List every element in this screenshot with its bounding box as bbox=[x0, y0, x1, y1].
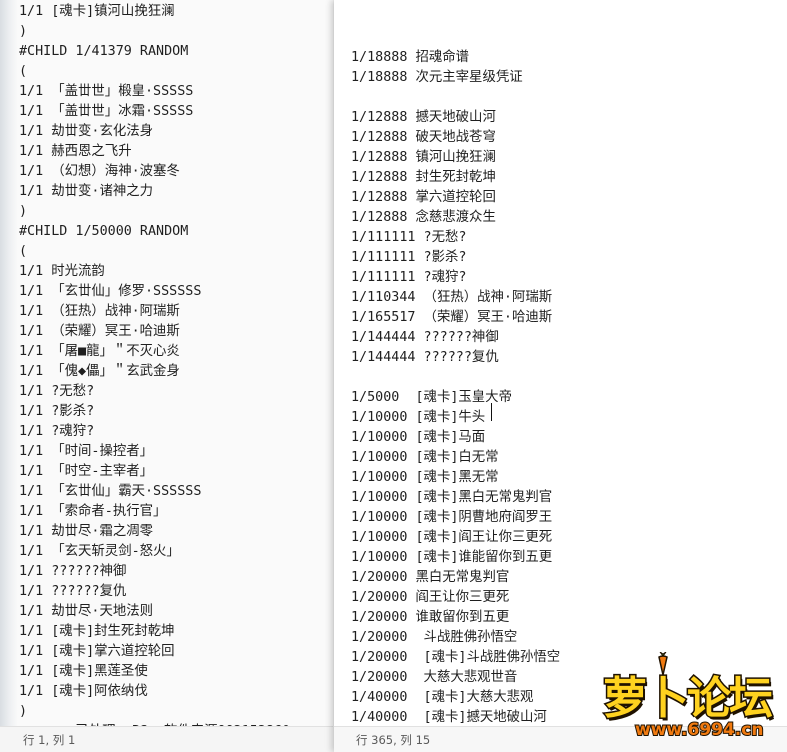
right-editor-pane[interactable]: 1/18888 招魂命谱 1/18888 次元主宰星级凭证 1/12888 撼天地破… bbox=[334, 0, 787, 752]
right-editor-line[interactable] bbox=[351, 88, 787, 108]
left-editor-line[interactable]: 1/1 时光流韵 bbox=[19, 262, 333, 282]
right-editor-line[interactable]: 1/20000 谁敢留你到五更 bbox=[351, 608, 787, 628]
right-editor-line[interactable]: 1/10000 [魂卡]黑白无常鬼判官 bbox=[351, 488, 787, 508]
left-editor-line[interactable]: 1/1 「屠■龍」＂不灭心炎 bbox=[19, 342, 333, 362]
left-editor-line[interactable]: ( bbox=[19, 62, 333, 82]
right-editor-line[interactable]: 1/12888 镇河山挽狂澜 bbox=[351, 148, 787, 168]
left-editor-line[interactable]: 1/1 ??????神御 bbox=[19, 562, 333, 582]
right-editor-line[interactable]: 1/12888 封生死封乾坤 bbox=[351, 168, 787, 188]
right-editor-line[interactable]: 1/20000 斗战胜佛孙悟空 bbox=[351, 628, 787, 648]
left-editor-line[interactable]: 1/1 赫西恩之飞升 bbox=[19, 142, 333, 162]
right-editor-line[interactable]: 1/18888 招魂命谱 bbox=[351, 48, 787, 68]
left-editor-line[interactable]: 1/1 劫丗变·玄化法身 bbox=[19, 122, 333, 142]
right-editor-line[interactable]: 1/111111 ?无愁? bbox=[351, 228, 787, 248]
right-editor-line[interactable]: 1/111111 ?影杀? bbox=[351, 248, 787, 268]
left-editor-line[interactable]: ) bbox=[19, 22, 333, 42]
right-editor-line[interactable]: 1/20000 阎王让你三更死 bbox=[351, 588, 787, 608]
left-editor-line[interactable]: 1/1 ??????复仇 bbox=[19, 582, 333, 602]
right-editor-line[interactable]: 1/10000 [魂卡]阎王让你三更死 bbox=[351, 528, 787, 548]
right-editor-line[interactable] bbox=[351, 368, 787, 388]
left-editor-line[interactable]: 1/1 ?影杀? bbox=[19, 402, 333, 422]
left-editor-line[interactable]: 1/1 （狂热）战神·阿瑞斯 bbox=[19, 302, 333, 322]
right-editor-line[interactable]: 1/12888 掌六道控轮回 bbox=[351, 188, 787, 208]
left-editor-pane[interactable]: 1/1 [魂卡]镇河山挽狂澜) #CHILD 1/41379 RANDOM(1/1… bbox=[0, 0, 333, 752]
left-editor-line[interactable]: #CHILD 1/50000 RANDOM bbox=[19, 222, 333, 242]
left-editor-line[interactable]: 1/1 「盖丗世」冰霜·SSSSS bbox=[19, 102, 333, 122]
text-cursor bbox=[491, 403, 492, 421]
left-editor-line[interactable]: 1/1 [魂卡]镇河山挽狂澜 bbox=[19, 2, 333, 22]
right-editor-line[interactable]: 1/18888 次元主宰星级凭证 bbox=[351, 68, 787, 88]
right-editor-text[interactable]: 1/18888 招魂命谱 1/18888 次元主宰星级凭证 1/12888 撼天地破… bbox=[334, 48, 787, 728]
left-editor-line[interactable]: 1/1 [魂卡]封生死封乾坤 bbox=[19, 622, 333, 642]
left-editor-line[interactable]: 1/1 「索命者-执行官」 bbox=[19, 502, 333, 522]
right-editor-line[interactable]: 1/111111 ?魂狩? bbox=[351, 268, 787, 288]
right-editor-line[interactable]: 1/165517 （荣耀）冥王·哈迪斯 bbox=[351, 308, 787, 328]
left-editor-line[interactable]: ) bbox=[19, 702, 333, 722]
right-editor-line[interactable]: 1/110344 （狂热）战神·阿瑞斯 bbox=[351, 288, 787, 308]
left-editor-line[interactable]: 1/1 劫丗尽·霜之凋零 bbox=[19, 522, 333, 542]
left-editor-line[interactable]: #CHILD 1/41379 RANDOM bbox=[19, 42, 333, 62]
left-editor-line[interactable]: 1/1 劫丗变·诸神之力 bbox=[19, 182, 333, 202]
left-editor-line[interactable]: 1/1 （幻想）海神·波塞冬 bbox=[19, 162, 333, 182]
right-editor-line[interactable]: 1/144444 ??????复仇 bbox=[351, 348, 787, 368]
left-editor-line[interactable]: 1/1 [魂卡]黑莲圣使 bbox=[19, 662, 333, 682]
left-editor-line[interactable]: ) bbox=[19, 202, 333, 222]
left-editor-text[interactable]: 1/1 [魂卡]镇河山挽狂澜) #CHILD 1/41379 RANDOM(1/1… bbox=[0, 2, 333, 742]
left-editor-line[interactable]: 1/1 ?魂狩? bbox=[19, 422, 333, 442]
right-editor-line[interactable]: 1/12888 撼天地破山河 bbox=[351, 108, 787, 128]
right-editor-line[interactable]: 1/12888 破天地战苍穹 bbox=[351, 128, 787, 148]
right-editor-line[interactable]: 1/10000 [魂卡]牛头 bbox=[351, 408, 787, 428]
left-status-bar: 行 1, 列 1 bbox=[0, 726, 333, 752]
left-editor-line[interactable]: 1/1 「傀◆儡」＂玄武金身 bbox=[19, 362, 333, 382]
right-editor-line[interactable]: 1/10000 [魂卡]白无常 bbox=[351, 448, 787, 468]
left-editor-line[interactable]: 1/1 （荣耀）冥王·哈迪斯 bbox=[19, 322, 333, 342]
left-editor-line[interactable]: 1/1 劫丗尽·天地法则 bbox=[19, 602, 333, 622]
left-editor-line[interactable]: 1/1 「盖丗世」椴皇·SSSSS bbox=[19, 82, 333, 102]
watermark-title: 萝卜论坛 bbox=[602, 672, 775, 726]
left-editor-line[interactable]: 1/1 「时空-主宰者」 bbox=[19, 462, 333, 482]
right-editor-line[interactable]: 1/10000 [魂卡]马面 bbox=[351, 428, 787, 448]
right-editor-line[interactable]: 1/12888 念慈悲渡众生 bbox=[351, 208, 787, 228]
right-editor-line[interactable]: 1/10000 [魂卡]谁能留你到五更 bbox=[351, 548, 787, 568]
right-editor-line[interactable]: 1/20000 黑白无常鬼判官 bbox=[351, 568, 787, 588]
left-editor-line[interactable]: 1/1 [魂卡]掌六道控轮回 bbox=[19, 642, 333, 662]
right-editor-line[interactable]: 1/144444 ??????神御 bbox=[351, 328, 787, 348]
left-editor-line[interactable]: 1/1 「玄天斩灵剑-怒火」 bbox=[19, 542, 333, 562]
right-editor-line[interactable]: 1/10000 [魂卡]黑无常 bbox=[351, 468, 787, 488]
right-editor-line[interactable]: 1/10000 [魂卡]阴曹地府阎罗王 bbox=[351, 508, 787, 528]
left-editor-line[interactable]: ( bbox=[19, 242, 333, 262]
left-editor-line[interactable]: 1/1 「玄丗仙」霸天·SSSSSS bbox=[19, 482, 333, 502]
left-editor-line[interactable]: 1/1 「玄丗仙」修罗·SSSSSS bbox=[19, 282, 333, 302]
left-editor-line[interactable]: 1/1 「时间-操控者」 bbox=[19, 442, 333, 462]
watermark-domain: www.6994.cn bbox=[634, 719, 764, 741]
right-editor-line[interactable]: 1/5000 [魂卡]玉皇大帝 bbox=[351, 388, 787, 408]
left-editor-line[interactable]: 1/1 ?无愁? bbox=[19, 382, 333, 402]
forum-watermark: 萝卜论坛 www.6994.cn bbox=[599, 652, 779, 742]
left-editor-line[interactable]: 1/1 [魂卡]阿依纳伐 bbox=[19, 682, 333, 702]
